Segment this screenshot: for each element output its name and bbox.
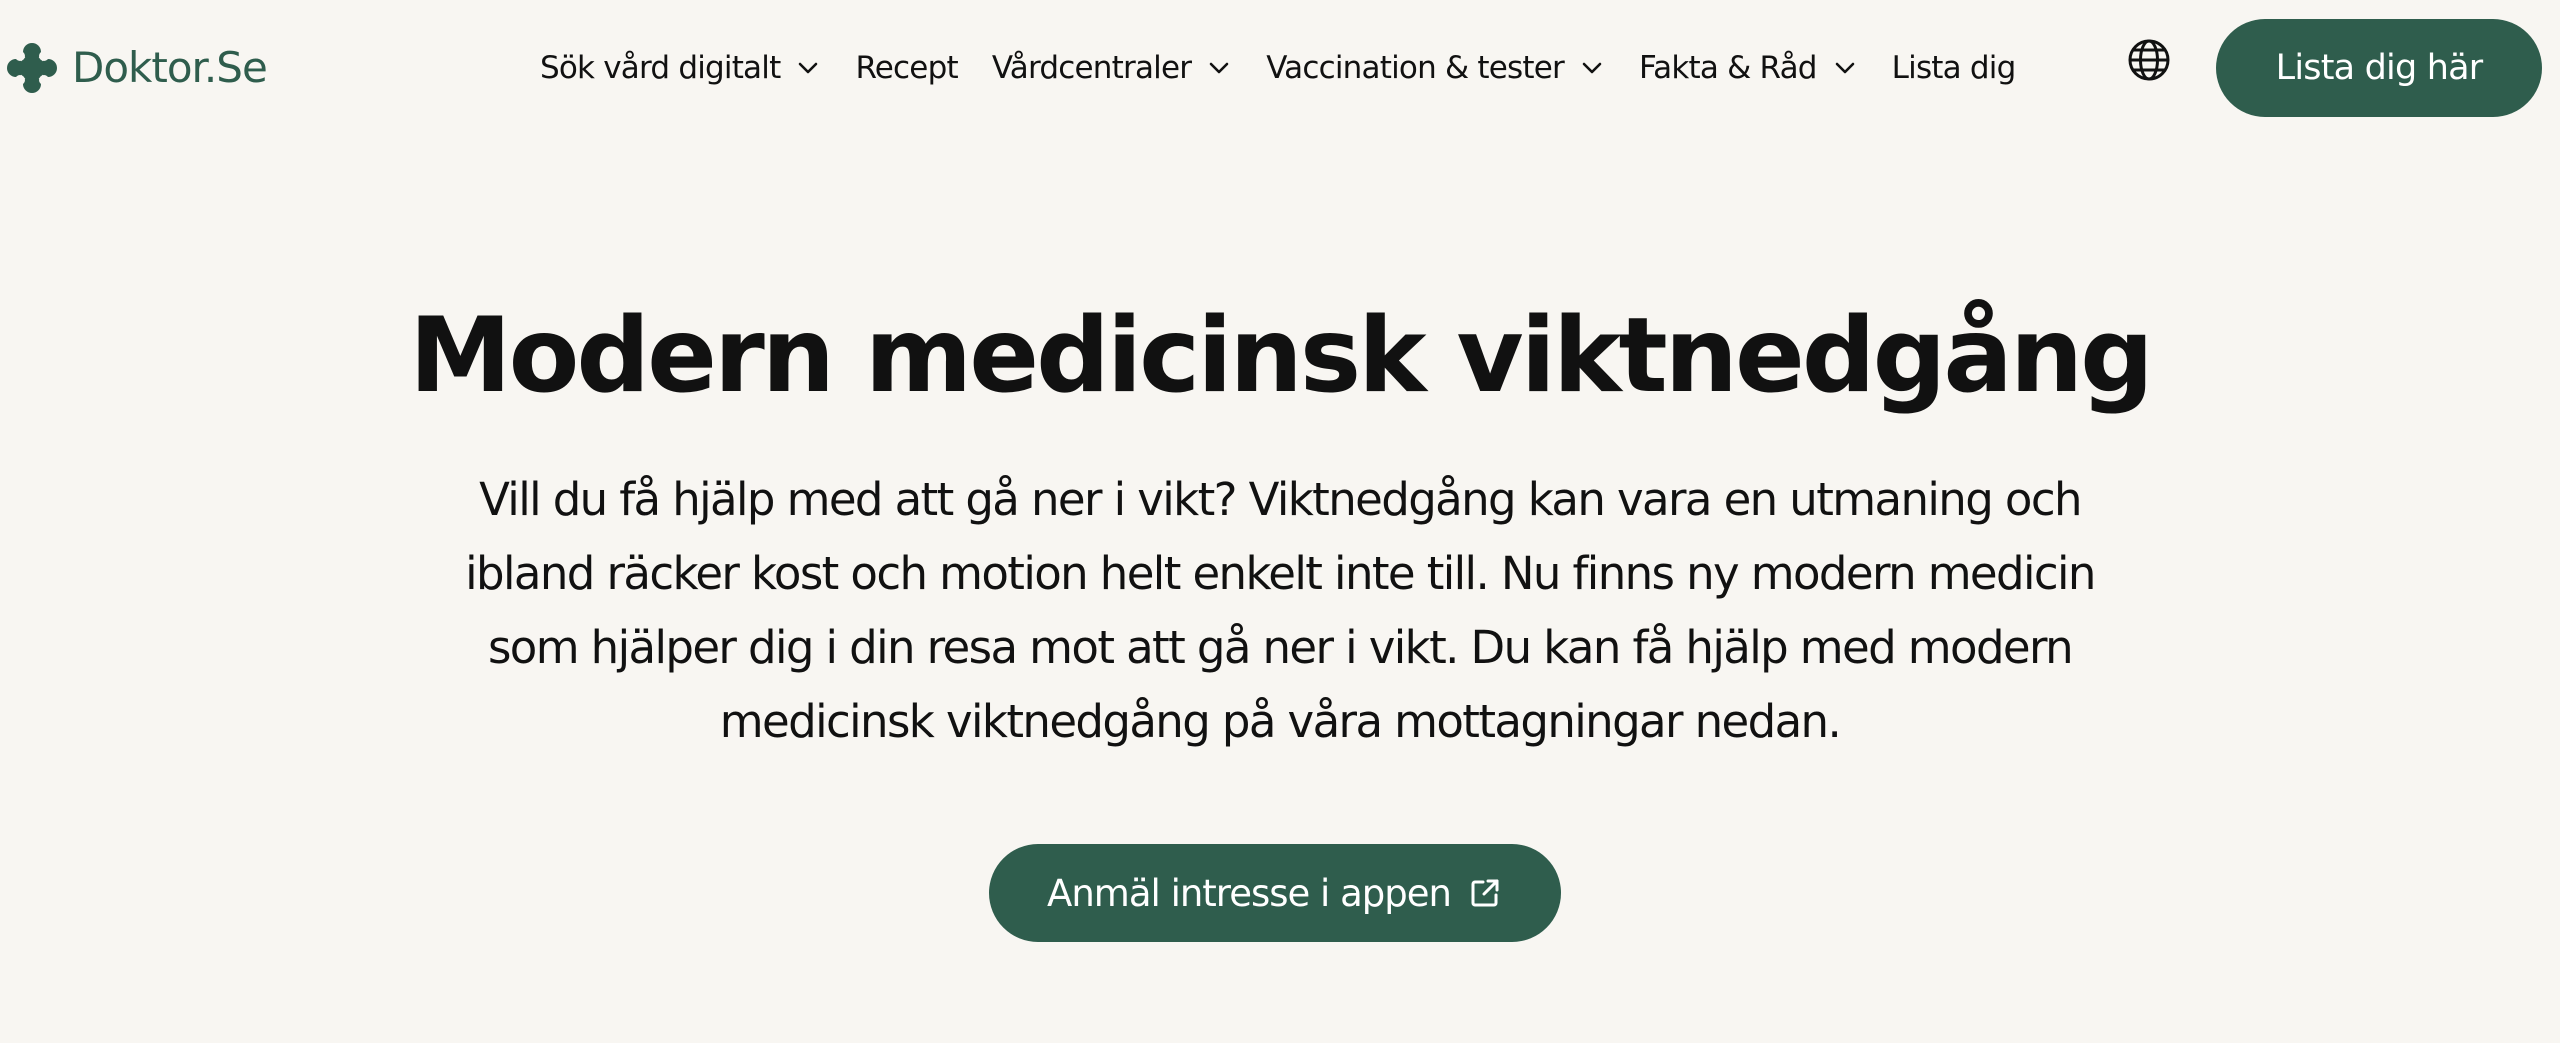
chevron-down-icon bbox=[1835, 62, 1854, 74]
main-nav: Sök vård digitalt Recept Vårdcentraler V… bbox=[540, 38, 2049, 98]
nav-item-label: Vaccination & tester bbox=[1266, 49, 1565, 86]
nav-item-label: Recept bbox=[855, 49, 958, 86]
nav-item-label: Lista dig bbox=[1891, 49, 2017, 86]
chevron-down-icon bbox=[1582, 62, 1602, 74]
anmal-intresse-button[interactable]: Anmäl intresse i appen bbox=[989, 844, 1561, 942]
logo-link[interactable]: Doktor.Se bbox=[6, 36, 268, 100]
chevron-down-icon bbox=[799, 62, 818, 74]
nav-item-lista-dig[interactable]: Lista dig bbox=[1891, 38, 2017, 98]
site-header: Doktor.Se Sök vård digitalt Recept Vårdc… bbox=[0, 0, 2560, 135]
nav-item-fakta-rad[interactable]: Fakta & Råd bbox=[1639, 38, 1858, 98]
nav-item-sok-vard-digitalt[interactable]: Sök vård digitalt bbox=[540, 38, 821, 98]
nav-item-label: Sök vård digitalt bbox=[540, 49, 781, 86]
hero-description: Vill du få hjälp med att gå ner i vikt? … bbox=[465, 473, 2096, 748]
nav-item-recept[interactable]: Recept bbox=[855, 38, 958, 98]
nav-item-vardcentraler[interactable]: Vårdcentraler bbox=[992, 38, 1232, 98]
external-link-icon bbox=[1471, 879, 1499, 907]
nav-item-label: Vårdcentraler bbox=[991, 49, 1192, 86]
clover-logo-icon bbox=[7, 43, 57, 93]
nav-item-vaccination-tester[interactable]: Vaccination & tester bbox=[1266, 38, 1605, 98]
lista-dig-har-button[interactable]: Lista dig här bbox=[2216, 19, 2542, 117]
brand-name: Doktor.Se bbox=[72, 43, 268, 92]
nav-item-label: Fakta & Råd bbox=[1638, 49, 1818, 86]
chevron-down-icon bbox=[1209, 62, 1229, 74]
page-title: Modern medicinsk viktnedgång bbox=[409, 296, 2154, 416]
anmal-intresse-label: Anmäl intresse i appen bbox=[1047, 871, 1452, 915]
globe-icon[interactable] bbox=[2125, 36, 2173, 84]
